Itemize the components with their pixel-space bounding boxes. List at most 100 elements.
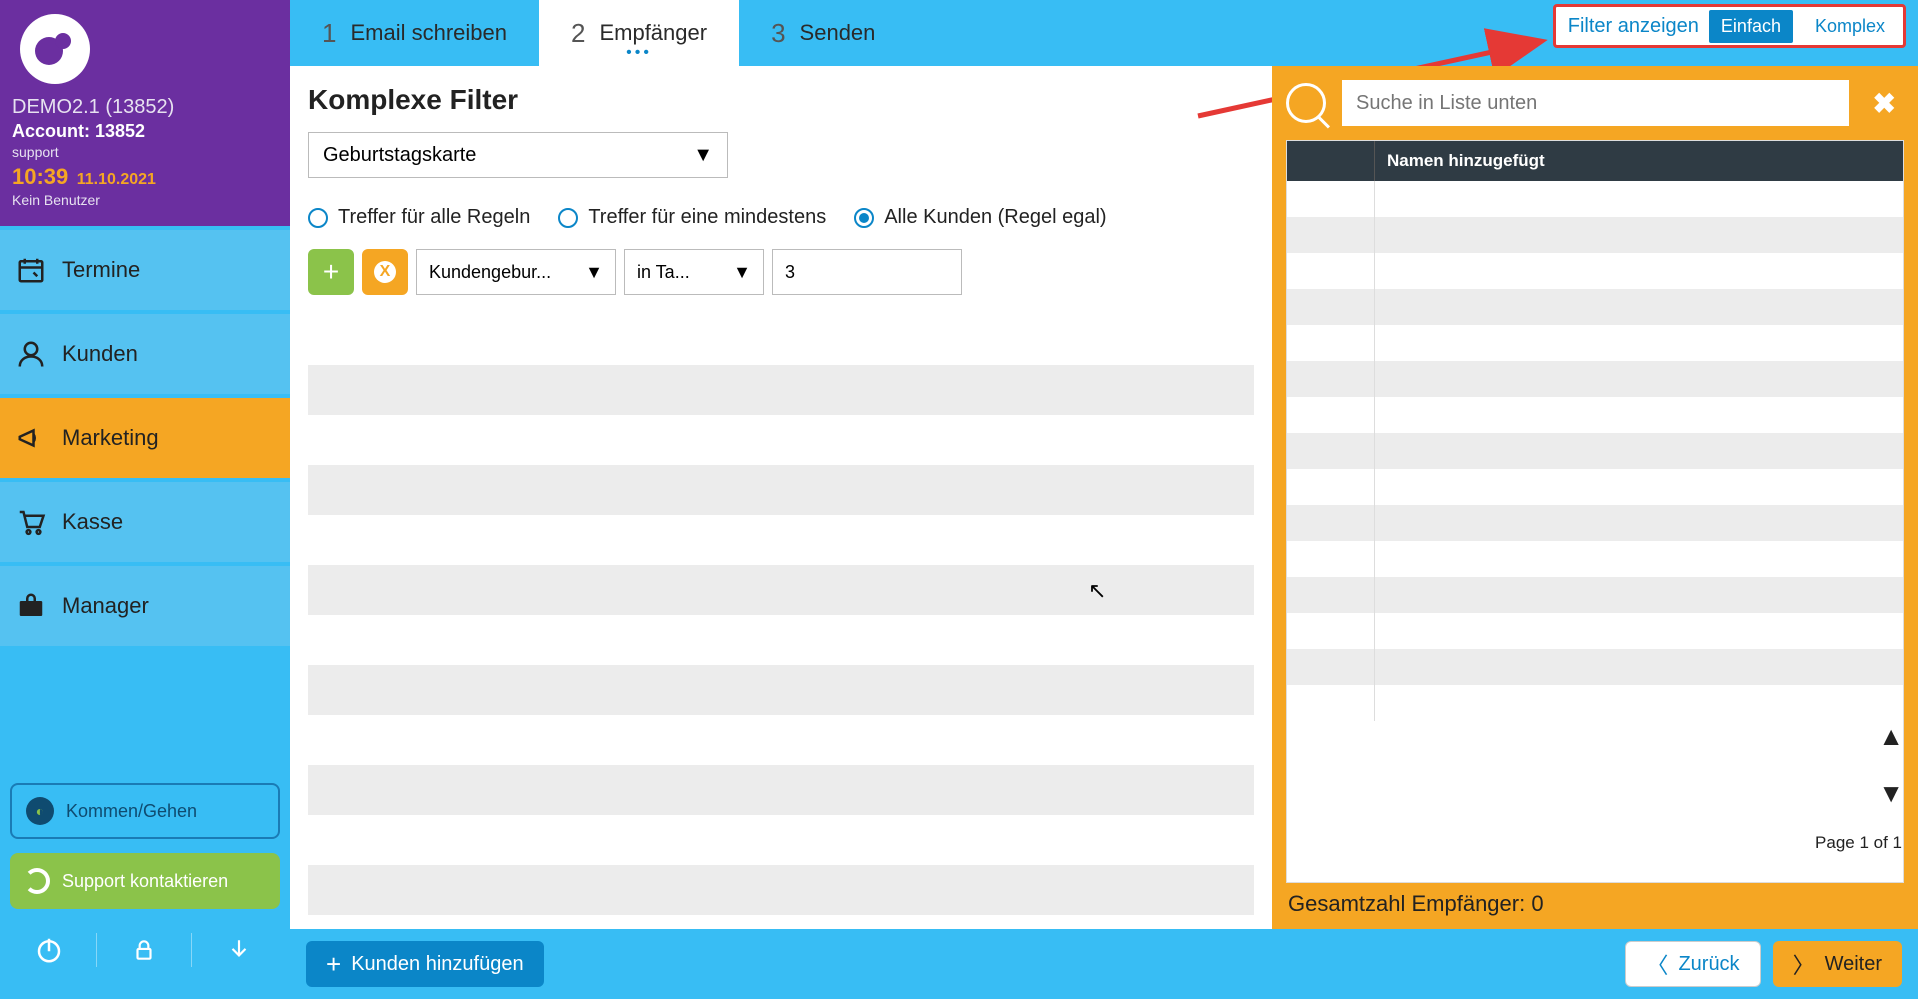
radio-label: Alle Kunden (Regel egal) xyxy=(884,206,1106,229)
sidebar-item-label: Manager xyxy=(62,593,149,619)
table-row xyxy=(1287,685,1903,721)
table-row xyxy=(1287,397,1903,433)
chevron-left-icon: 〈 xyxy=(1646,948,1668,980)
account-date: 11.10.2021 xyxy=(77,171,156,188)
table-row xyxy=(1287,505,1903,541)
close-icon[interactable]: ✖ xyxy=(1865,87,1904,120)
rule-field-select[interactable]: Kundengebur... ▼ xyxy=(416,249,616,295)
sidebar-nav: Termine Kunden Marketing Kasse Manager xyxy=(0,230,290,646)
search-input[interactable] xyxy=(1342,80,1849,126)
x-icon: X xyxy=(374,261,396,283)
filter-panel: Komplexe Filter Geburtstagskarte ▼ Treff… xyxy=(290,66,1272,929)
next-button[interactable]: 〉 Weiter xyxy=(1773,941,1902,987)
plus-icon: + xyxy=(326,949,341,980)
sidebar-item-label: Marketing xyxy=(62,425,159,451)
radio-all-rules[interactable]: Treffer für alle Regeln xyxy=(308,206,530,229)
radio-label: Treffer für eine mindestens xyxy=(588,206,826,229)
back-label: Zurück xyxy=(1678,953,1739,976)
recipients-total: Gesamtzahl Empfänger: 0 xyxy=(1286,883,1904,919)
sidebar-item-kasse[interactable]: Kasse xyxy=(0,482,290,562)
chevron-down-icon: ▼ xyxy=(733,262,751,283)
back-button[interactable]: 〈 Zurück xyxy=(1625,941,1760,987)
clock-icon: ◐ xyxy=(26,797,54,825)
template-select[interactable]: Geburtstagskarte ▼ xyxy=(308,132,728,178)
add-rule-button[interactable]: + xyxy=(308,249,354,295)
sidebar-item-label: Kunden xyxy=(62,341,138,367)
account-label: DEMO2.1 (13852) xyxy=(12,96,278,119)
table-row xyxy=(1287,181,1903,217)
sidebar-item-label: Kasse xyxy=(62,509,123,535)
delete-rule-button[interactable]: X xyxy=(362,249,408,295)
rule-op-value: in Ta... xyxy=(637,262,690,283)
radio-icon xyxy=(854,208,874,228)
cart-icon xyxy=(14,505,48,539)
radio-icon xyxy=(558,208,578,228)
sidebar-item-termine[interactable]: Termine xyxy=(0,230,290,310)
steps-spacer: Filter anzeigen Einfach Komplex xyxy=(907,0,1918,66)
sidebar: DEMO2.1 (13852) Account: 13852 support 1… xyxy=(0,0,290,999)
main: 1 Email schreiben 2 Empfänger 3 Senden F… xyxy=(290,0,1918,999)
bottom-icon-bar xyxy=(10,923,280,987)
kommen-gehen-button[interactable]: ◐ Kommen/Gehen xyxy=(10,783,280,839)
next-label: Weiter xyxy=(1825,953,1882,976)
table-row xyxy=(1287,361,1903,397)
template-select-value: Geburtstagskarte xyxy=(323,144,476,167)
step-number: 3 xyxy=(771,18,785,49)
recipients-panel: ✖ Namen hinzugefügt xyxy=(1272,66,1918,929)
add-customers-button[interactable]: + Kunden hinzufügen xyxy=(306,941,544,987)
content: Komplexe Filter Geburtstagskarte ▼ Treff… xyxy=(290,66,1918,929)
kommen-gehen-label: Kommen/Gehen xyxy=(66,801,197,822)
table-row xyxy=(1287,613,1903,649)
support-contact-button[interactable]: Support kontaktieren xyxy=(10,853,280,909)
table-header: Namen hinzugefügt xyxy=(1287,141,1903,181)
footer: + Kunden hinzufügen 〈 Zurück 〉 Weiter xyxy=(290,929,1918,999)
search-icon xyxy=(1286,83,1326,123)
radio-icon xyxy=(308,208,328,228)
lock-icon[interactable] xyxy=(127,933,161,967)
sidebar-header: DEMO2.1 (13852) Account: 13852 support 1… xyxy=(0,0,290,226)
table-header-empty xyxy=(1287,141,1375,181)
support-label: Support kontaktieren xyxy=(62,871,228,892)
sidebar-item-kunden[interactable]: Kunden xyxy=(0,314,290,394)
plus-icon: + xyxy=(323,256,339,288)
page-up-icon[interactable]: ▲ xyxy=(1878,721,1904,752)
search-row: ✖ xyxy=(1286,80,1904,126)
recipients-table: Namen hinzugefügt xyxy=(1286,140,1904,883)
megaphone-icon xyxy=(14,421,48,455)
rule-value-input[interactable] xyxy=(772,249,962,295)
radio-label: Treffer für alle Regeln xyxy=(338,206,530,229)
step-email-schreiben[interactable]: 1 Email schreiben xyxy=(290,0,539,66)
radio-at-least-one[interactable]: Treffer für eine mindestens xyxy=(558,206,826,229)
account-role: support xyxy=(12,144,278,160)
table-row xyxy=(1287,541,1903,577)
radio-all-customers[interactable]: Alle Kunden (Regel egal) xyxy=(854,206,1106,229)
step-senden[interactable]: 3 Senden xyxy=(739,0,907,66)
account-datetime: 10:39 11.10.2021 xyxy=(12,164,278,190)
step-label: Email schreiben xyxy=(350,20,507,46)
pager-arrows: ▲ ▼ xyxy=(1878,721,1904,809)
rule-op-select[interactable]: in Ta... ▼ xyxy=(624,249,764,295)
power-icon[interactable] xyxy=(32,933,66,967)
step-empfaenger[interactable]: 2 Empfänger xyxy=(539,0,739,66)
step-label: Empfänger xyxy=(599,20,707,46)
table-row xyxy=(1287,325,1903,361)
account-time: 10:39 xyxy=(12,164,68,189)
table-row xyxy=(1287,577,1903,613)
wizard-steps: 1 Email schreiben 2 Empfänger 3 Senden F… xyxy=(290,0,1918,66)
download-icon[interactable] xyxy=(222,933,256,967)
filter-toggle-einfach[interactable]: Einfach xyxy=(1709,10,1793,43)
filter-toggle-komplex[interactable]: Komplex xyxy=(1803,10,1897,43)
briefcase-icon xyxy=(14,589,48,623)
page-title: Komplexe Filter xyxy=(308,84,1254,116)
sidebar-item-marketing[interactable]: Marketing xyxy=(0,398,290,478)
page-down-icon[interactable]: ▼ xyxy=(1878,778,1904,809)
account-no-user: Kein Benutzer xyxy=(12,192,278,208)
chevron-down-icon: ▼ xyxy=(585,262,603,283)
table-row xyxy=(1287,469,1903,505)
customer-icon xyxy=(14,337,48,371)
table-body xyxy=(1287,181,1903,882)
table-row xyxy=(1287,289,1903,325)
filter-toggle-label: Filter anzeigen xyxy=(1568,15,1699,38)
table-row xyxy=(1287,649,1903,685)
sidebar-item-manager[interactable]: Manager xyxy=(0,566,290,646)
